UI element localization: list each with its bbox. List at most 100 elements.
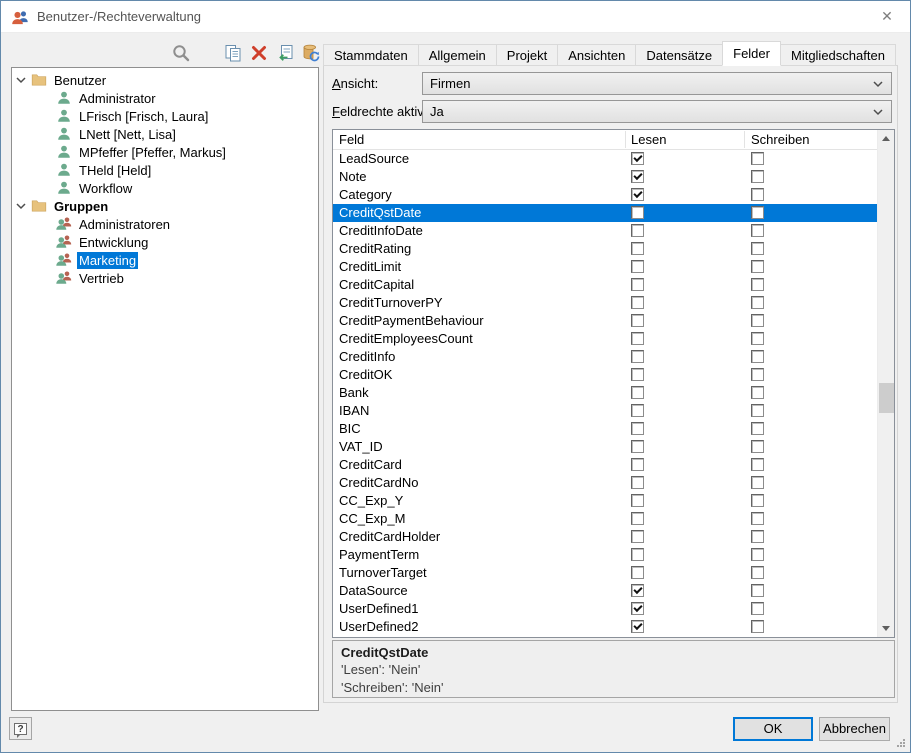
- schreiben-checkbox[interactable]: [751, 350, 764, 363]
- lesen-checkbox[interactable]: [631, 440, 644, 453]
- schreiben-checkbox[interactable]: [751, 476, 764, 489]
- schreiben-checkbox[interactable]: [751, 368, 764, 381]
- search-icon[interactable]: [171, 43, 191, 63]
- table-row[interactable]: UserDefined2: [333, 618, 877, 636]
- table-row[interactable]: CreditQstDate: [333, 204, 877, 222]
- schreiben-checkbox[interactable]: [751, 422, 764, 435]
- lesen-checkbox[interactable]: [631, 422, 644, 435]
- lesen-checkbox[interactable]: [631, 566, 644, 579]
- lesen-checkbox[interactable]: [631, 260, 644, 273]
- tab-datensätze[interactable]: Datensätze: [635, 44, 723, 66]
- table-row[interactable]: CreditTurnoverPY: [333, 294, 877, 312]
- table-row[interactable]: CreditCapital: [333, 276, 877, 294]
- schreiben-checkbox[interactable]: [751, 458, 764, 471]
- tree-item-theld[interactable]: THeld [Held]: [12, 161, 318, 179]
- lesen-checkbox[interactable]: [631, 314, 644, 327]
- table-row[interactable]: CreditCardNo: [333, 474, 877, 492]
- schreiben-checkbox[interactable]: [751, 602, 764, 615]
- cancel-button[interactable]: Abbrechen: [819, 717, 890, 741]
- feldrechte-select[interactable]: Ja: [422, 100, 892, 123]
- lesen-checkbox[interactable]: [631, 188, 644, 201]
- table-row[interactable]: CreditEmployeesCount: [333, 330, 877, 348]
- lesen-checkbox[interactable]: [631, 368, 644, 381]
- lesen-checkbox[interactable]: [631, 278, 644, 291]
- tab-ansichten[interactable]: Ansichten: [557, 44, 636, 66]
- lesen-checkbox[interactable]: [631, 584, 644, 597]
- ansicht-select[interactable]: Firmen: [422, 72, 892, 95]
- schreiben-checkbox[interactable]: [751, 530, 764, 543]
- table-row[interactable]: CC_Exp_Y: [333, 492, 877, 510]
- lesen-checkbox[interactable]: [631, 224, 644, 237]
- tree-item-vertrieb[interactable]: Vertrieb: [12, 269, 318, 287]
- copy-icon[interactable]: [223, 43, 243, 63]
- schreiben-checkbox[interactable]: [751, 332, 764, 345]
- close-icon[interactable]: ✕: [864, 1, 910, 32]
- schreiben-checkbox[interactable]: [751, 278, 764, 291]
- table-row[interactable]: IBAN: [333, 402, 877, 420]
- lesen-checkbox[interactable]: [631, 512, 644, 525]
- table-row[interactable]: Note: [333, 168, 877, 186]
- column-header-lesen[interactable]: Lesen: [631, 130, 666, 149]
- lesen-checkbox[interactable]: [631, 494, 644, 507]
- lesen-checkbox[interactable]: [631, 350, 644, 363]
- schreiben-checkbox[interactable]: [751, 242, 764, 255]
- schreiben-checkbox[interactable]: [751, 440, 764, 453]
- ok-button[interactable]: OK: [733, 717, 813, 741]
- help-button[interactable]: ?: [9, 717, 32, 740]
- lesen-checkbox[interactable]: [631, 602, 644, 615]
- table-row[interactable]: CreditInfo: [333, 348, 877, 366]
- chevron-down-icon[interactable]: [15, 200, 27, 212]
- lesen-checkbox[interactable]: [631, 530, 644, 543]
- schreiben-checkbox[interactable]: [751, 386, 764, 399]
- resize-grip[interactable]: [897, 739, 906, 748]
- lesen-checkbox[interactable]: [631, 386, 644, 399]
- tree-item-lfrisch[interactable]: LFrisch [Frisch, Laura]: [12, 107, 318, 125]
- column-header-schreiben[interactable]: Schreiben: [751, 130, 810, 149]
- tree-item-administrator[interactable]: Administrator: [12, 89, 318, 107]
- table-row[interactable]: CreditPaymentBehaviour: [333, 312, 877, 330]
- chevron-down-icon[interactable]: [15, 74, 27, 86]
- lesen-checkbox[interactable]: [631, 170, 644, 183]
- schreiben-checkbox[interactable]: [751, 584, 764, 597]
- lesen-checkbox[interactable]: [631, 620, 644, 633]
- schreiben-checkbox[interactable]: [751, 620, 764, 633]
- schreiben-checkbox[interactable]: [751, 404, 764, 417]
- schreiben-checkbox[interactable]: [751, 170, 764, 183]
- new-entry-icon[interactable]: [197, 43, 217, 63]
- tree-item-lnett[interactable]: LNett [Nett, Lisa]: [12, 125, 318, 143]
- table-row[interactable]: TurnoverTarget: [333, 564, 877, 582]
- schreiben-checkbox[interactable]: [751, 566, 764, 579]
- schreiben-checkbox[interactable]: [751, 188, 764, 201]
- tree-folder-benutzer[interactable]: Benutzer: [12, 71, 318, 89]
- table-row[interactable]: BIC: [333, 420, 877, 438]
- tab-projekt[interactable]: Projekt: [496, 44, 558, 66]
- lesen-checkbox[interactable]: [631, 152, 644, 165]
- lesen-checkbox[interactable]: [631, 296, 644, 309]
- tab-stammdaten[interactable]: Stammdaten: [323, 44, 419, 66]
- table-row[interactable]: PaymentTerm: [333, 546, 877, 564]
- table-row[interactable]: CreditCard: [333, 456, 877, 474]
- table-row[interactable]: CreditCardHolder: [333, 528, 877, 546]
- table-row[interactable]: CC_Exp_M: [333, 510, 877, 528]
- lesen-checkbox[interactable]: [631, 332, 644, 345]
- table-row[interactable]: CreditOK: [333, 366, 877, 384]
- scroll-up-icon[interactable]: [878, 130, 894, 147]
- table-scrollbar[interactable]: [877, 130, 894, 637]
- schreiben-checkbox[interactable]: [751, 512, 764, 525]
- schreiben-checkbox[interactable]: [751, 152, 764, 165]
- lesen-checkbox[interactable]: [631, 548, 644, 561]
- import-icon[interactable]: [275, 43, 295, 63]
- lesen-checkbox[interactable]: [631, 242, 644, 255]
- lesen-checkbox[interactable]: [631, 458, 644, 471]
- refresh-icon[interactable]: [301, 43, 321, 63]
- table-row[interactable]: CreditRating: [333, 240, 877, 258]
- scroll-down-icon[interactable]: [878, 620, 894, 637]
- tree-item-administratoren[interactable]: Administratoren: [12, 215, 318, 233]
- lesen-checkbox[interactable]: [631, 404, 644, 417]
- schreiben-checkbox[interactable]: [751, 548, 764, 561]
- delete-icon[interactable]: [249, 43, 269, 63]
- tree-folder-gruppen[interactable]: Gruppen: [12, 197, 318, 215]
- table-row[interactable]: CreditLimit: [333, 258, 877, 276]
- schreiben-checkbox[interactable]: [751, 206, 764, 219]
- lesen-checkbox[interactable]: [631, 476, 644, 489]
